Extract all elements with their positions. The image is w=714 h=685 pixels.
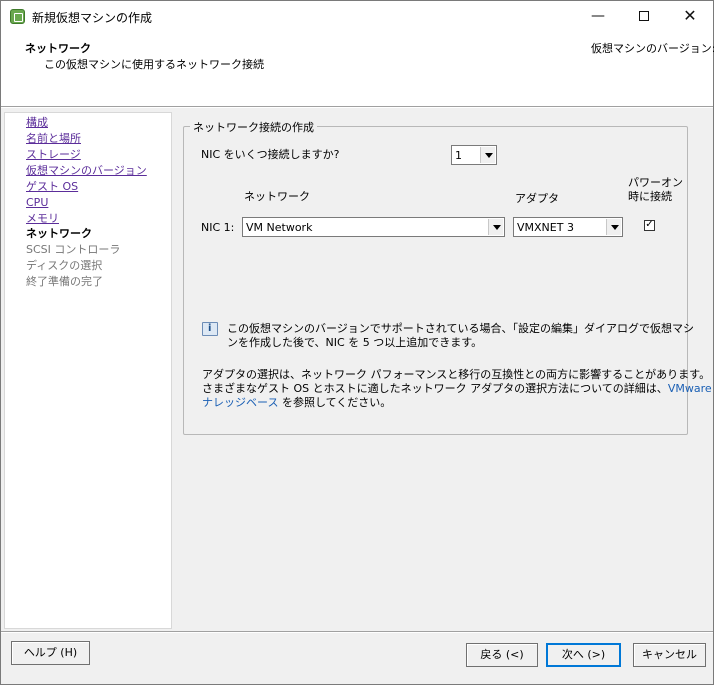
adapter-column-header: アダプタ <box>515 192 559 205</box>
nic1-label: NIC 1: <box>201 221 235 234</box>
page-title: ネットワーク <box>25 42 91 55</box>
sidebar-item-config[interactable]: 構成 <box>26 116 48 130</box>
title-bar: 新規仮想マシンの作成 — ✕ <box>1 1 713 32</box>
adapter-help-line2-text: さまざまなゲスト OS とホストに適したネットワーク アダプタの選択方法について… <box>202 382 668 395</box>
wizard-steps-sidebar: 構成 名前と場所 ストレージ 仮想マシンのバージョン ゲスト OS CPU メモ… <box>4 112 172 629</box>
vm-version-label: 仮想マシンのバージョン: 8 <box>591 42 714 55</box>
nic1-network-value: VM Network <box>246 221 313 234</box>
cancel-button[interactable]: キャンセル <box>633 643 706 667</box>
footer-divider <box>1 631 713 633</box>
nic1-network-select[interactable]: VM Network <box>242 217 505 237</box>
adapter-help-line2: さまざまなゲスト OS とホストに適したネットワーク アダプタの選択方法について… <box>202 382 712 396</box>
header-divider <box>1 106 713 108</box>
vmware-kb-link-part1[interactable]: VMware <box>668 382 712 395</box>
adapter-help-line3: ナレッジベース を参照してください。 <box>202 396 391 410</box>
nic1-adapter-value: VMXNET 3 <box>517 221 574 234</box>
info-text-line1: この仮想マシンのバージョンでサポートされている場合、「設定の編集」ダイアログで仮… <box>227 322 694 335</box>
info-icon <box>202 322 218 336</box>
chevron-down-icon <box>480 147 495 163</box>
help-button[interactable]: ヘルプ (H) <box>11 641 90 665</box>
network-column-header: ネットワーク <box>244 190 310 203</box>
page-subtitle: この仮想マシンに使用するネットワーク接続 <box>44 58 264 71</box>
nic1-adapter-select[interactable]: VMXNET 3 <box>513 217 623 237</box>
info-text-line2: ンを作成した後で、NIC を 5 つ以上追加できます。 <box>227 336 483 349</box>
sidebar-item-ready-to-complete: 終了準備の完了 <box>26 275 103 288</box>
sidebar-item-select-disk: ディスクの選択 <box>26 259 103 272</box>
next-button[interactable]: 次へ (>) <box>546 643 621 667</box>
nic-count-value: 1 <box>455 149 462 162</box>
sidebar-item-memory[interactable]: メモリ <box>26 212 59 226</box>
nic-count-question: NIC をいくつ接続しますか? <box>201 148 340 161</box>
sidebar-item-scsi-controller: SCSI コントローラ <box>26 243 121 256</box>
minimize-button[interactable]: — <box>575 1 621 32</box>
nic1-connect-at-power-on-checkbox[interactable]: ✓ <box>644 220 655 231</box>
vmware-kb-link-part2[interactable]: ナレッジベース <box>202 396 278 409</box>
adapter-help-line3-text: を参照してください。 <box>278 396 392 409</box>
maximize-icon <box>639 11 649 21</box>
wizard-header: ネットワーク この仮想マシンに使用するネットワーク接続 仮想マシンのバージョン:… <box>1 32 714 106</box>
window-title: 新規仮想マシンの作成 <box>32 11 153 25</box>
close-button[interactable]: ✕ <box>667 1 713 32</box>
back-button[interactable]: 戻る (<) <box>466 643 538 667</box>
wizard-window: 新規仮想マシンの作成 — ✕ ネットワーク この仮想マシンに使用するネットワーク… <box>0 0 714 685</box>
sidebar-item-guest-os[interactable]: ゲスト OS <box>26 180 78 194</box>
nic-count-select[interactable]: 1 <box>451 145 497 165</box>
power-on-header-line2: 時に接続 <box>628 190 672 203</box>
group-title: ネットワーク接続の作成 <box>190 119 317 135</box>
sidebar-item-cpu[interactable]: CPU <box>26 196 48 210</box>
chevron-down-icon <box>488 219 503 235</box>
sidebar-item-name-location[interactable]: 名前と場所 <box>26 132 81 146</box>
sidebar-item-storage[interactable]: ストレージ <box>26 148 81 162</box>
maximize-button[interactable] <box>621 1 667 32</box>
chevron-down-icon <box>606 219 621 235</box>
adapter-help-line1: アダプタの選択は、ネットワーク パフォーマンスと移行の互換性との両方に影響するこ… <box>202 368 711 381</box>
vsphere-app-icon <box>10 9 25 24</box>
sidebar-item-network: ネットワーク <box>26 227 92 240</box>
sidebar-item-vm-version[interactable]: 仮想マシンのバージョン <box>26 164 147 178</box>
